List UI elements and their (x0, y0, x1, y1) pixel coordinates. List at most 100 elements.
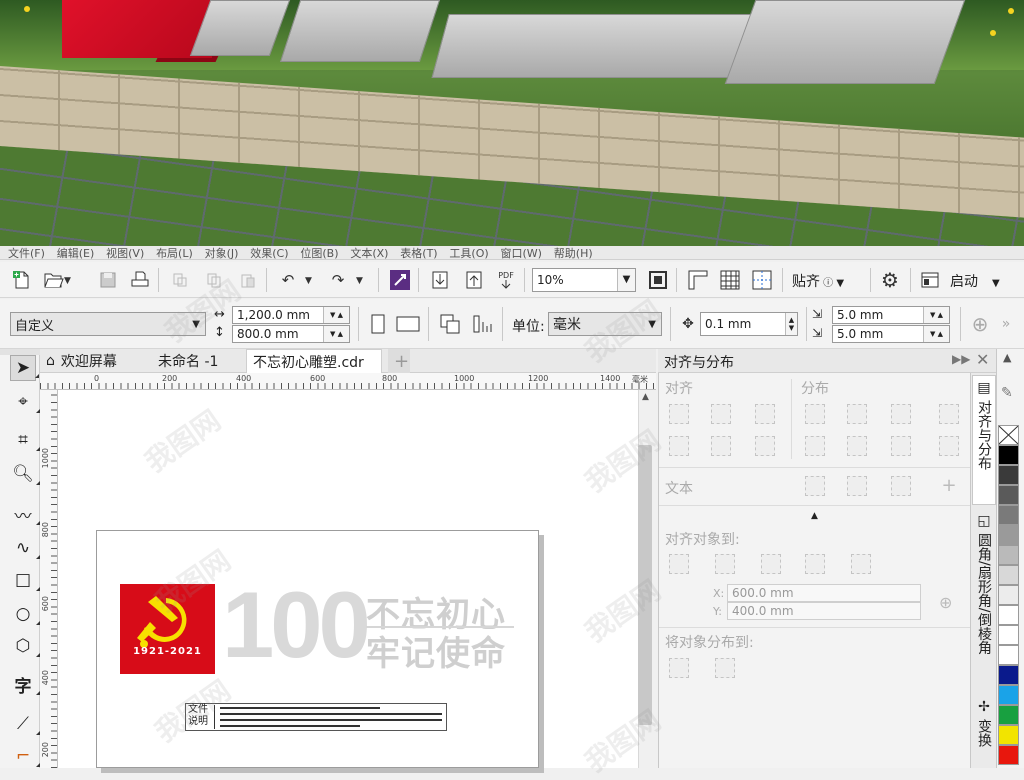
vtab-align-distribute[interactable]: ▤ 对齐与分布 (972, 375, 996, 505)
add-preset-icon[interactable]: ⊕ (968, 312, 992, 336)
show-guidelines-icon[interactable] (750, 268, 774, 292)
menu-object[interactable]: 对象(J) (205, 246, 239, 259)
scrollbar-thumb[interactable] (638, 445, 652, 725)
freehand-tool-icon[interactable]: 〰 (10, 501, 40, 527)
open-folder-icon[interactable] (42, 268, 66, 292)
color-swatch[interactable] (998, 505, 1019, 525)
add-tab-button[interactable]: + (388, 349, 410, 373)
export-icon[interactable] (462, 268, 486, 292)
color-swatch[interactable] (998, 525, 1019, 545)
align-bottom-icon[interactable] (755, 436, 775, 456)
docker-collapse-icon[interactable]: ▶▶ (952, 352, 970, 366)
file-description-box[interactable]: 文件 说明 (185, 703, 447, 731)
polygon-tool-icon[interactable]: ⬡ (10, 633, 40, 659)
color-swatch[interactable] (998, 685, 1019, 705)
duplicate-x-spinner[interactable]: ▼ ▲ (923, 307, 949, 323)
width-spinner[interactable]: ▼ ▲ (323, 307, 349, 323)
distribute-center-v-icon[interactable] (847, 436, 867, 456)
copy-icon[interactable] (202, 268, 226, 292)
color-swatch[interactable] (998, 625, 1019, 645)
menu-view[interactable]: 视图(V) (106, 246, 144, 259)
ellipse-tool-icon[interactable]: ○ (10, 601, 40, 627)
menu-edit[interactable]: 编辑(E) (57, 246, 95, 259)
page-width-field[interactable]: 1,200.0 mm ▼ ▲ (232, 306, 350, 324)
snap-to-dropdown[interactable]: 贴齐 ⓘ ▼ (792, 271, 844, 291)
distribute-spacing-h-icon[interactable] (939, 404, 959, 424)
nudge-distance-field[interactable]: 0.1 mm ▲ ▼ (700, 312, 798, 336)
text-bounding-box-icon[interactable] (891, 476, 911, 496)
cut-icon[interactable] (168, 268, 192, 292)
big-number-100[interactable]: 100 (222, 578, 371, 672)
text-tool-icon[interactable]: 字 (10, 671, 40, 697)
distribute-spacing-v-icon[interactable] (939, 436, 959, 456)
color-swatch[interactable] (998, 485, 1019, 505)
paste-icon[interactable] (236, 268, 260, 292)
page-preset-select[interactable]: 自定义 ▼ (10, 312, 206, 336)
align-point-x-field[interactable]: 600.0 mm (727, 584, 921, 602)
palette-scroll-up-icon[interactable]: ▲ (1003, 351, 1011, 364)
zoom-tool-icon[interactable]: 🔍︎ (10, 461, 40, 487)
align-to-point-icon[interactable] (851, 554, 871, 574)
tab-welcome-screen[interactable]: ⌂ 欢迎屏幕 (40, 349, 150, 373)
landscape-icon[interactable] (396, 312, 420, 336)
menu-table[interactable]: 表格(T) (400, 246, 437, 259)
current-page-icon[interactable] (470, 312, 494, 336)
parallel-dimension-tool-icon[interactable]: ⟋ (10, 711, 40, 737)
duplicate-x-field[interactable]: 5.0 mm ▼ ▲ (832, 306, 950, 324)
distribute-right-icon[interactable] (891, 404, 911, 424)
align-point-y-field[interactable]: 400.0 mm (727, 602, 921, 620)
distribute-to-selection-icon[interactable] (669, 658, 689, 678)
align-to-grid-icon[interactable] (805, 554, 825, 574)
crop-tool-icon[interactable]: ⌗ (10, 427, 40, 453)
tab-active-document[interactable]: 不忘初心雕塑.cdr (246, 349, 382, 373)
show-rulers-icon[interactable] (686, 268, 710, 292)
undo-icon[interactable]: ↶ (276, 268, 300, 292)
docker-close-icon[interactable]: ✕ (976, 350, 989, 369)
zoom-dropdown-icon[interactable]: ▼ (617, 269, 635, 291)
distribute-left-icon[interactable] (805, 404, 825, 424)
color-swatch[interactable] (998, 605, 1019, 625)
duplicate-y-field[interactable]: 5.0 mm ▼ ▲ (832, 325, 950, 343)
collapse-section-icon[interactable]: ▲ (811, 511, 818, 521)
rectangle-tool-icon[interactable]: □ (10, 567, 40, 593)
height-spinner[interactable]: ▼ ▲ (323, 326, 349, 342)
vtab-corner[interactable]: ◱ 圆角/扇形角/倒棱角 (972, 509, 996, 689)
full-screen-icon[interactable] (646, 268, 670, 292)
menu-file[interactable]: 文件(F) (8, 246, 45, 259)
pick-tool-icon[interactable]: ➤ (10, 355, 39, 381)
align-center-v-icon[interactable] (711, 436, 731, 456)
text-last-baseline-icon[interactable] (847, 476, 867, 496)
show-grid-icon[interactable] (718, 268, 742, 292)
publish-pdf-icon[interactable]: PDF (494, 268, 518, 292)
redo-icon[interactable]: ↷ (326, 268, 350, 292)
distribute-center-h-icon[interactable] (847, 404, 867, 424)
color-swatch[interactable] (998, 445, 1019, 465)
color-swatch[interactable] (998, 745, 1019, 765)
align-to-page-center-icon[interactable] (761, 554, 781, 574)
align-to-page-edge-icon[interactable] (715, 554, 735, 574)
all-pages-icon[interactable] (438, 312, 462, 336)
print-icon[interactable] (128, 268, 152, 292)
color-swatch[interactable] (998, 645, 1019, 665)
align-right-icon[interactable] (755, 404, 775, 424)
menu-tools[interactable]: 工具(O) (449, 246, 488, 259)
color-swatch[interactable] (998, 665, 1019, 685)
color-swatch[interactable] (998, 725, 1019, 745)
scroll-up-icon[interactable]: ▲ (642, 392, 649, 402)
menu-window[interactable]: 窗口(W) (501, 246, 542, 259)
menu-text[interactable]: 文本(X) (350, 246, 388, 259)
distribute-to-page-icon[interactable] (715, 658, 735, 678)
text-outline-icon[interactable]: + (939, 476, 959, 496)
open-dropdown-icon[interactable]: ▼ (64, 276, 71, 286)
app-launcher-icon[interactable] (918, 268, 942, 292)
undo-dropdown-icon[interactable]: ▼ (305, 276, 312, 286)
more-options-icon[interactable]: » (994, 312, 1018, 336)
import-icon[interactable] (428, 268, 452, 292)
launch-dropdown[interactable]: 启动 ▼ (950, 271, 1000, 291)
add-point-icon[interactable]: ⊕ (939, 593, 952, 612)
no-color-swatch[interactable] (998, 425, 1019, 445)
connector-tool-icon[interactable]: ⌐ (10, 743, 40, 769)
menu-help[interactable]: 帮助(H) (554, 246, 593, 259)
color-swatch[interactable] (998, 465, 1019, 485)
align-left-icon[interactable] (669, 404, 689, 424)
